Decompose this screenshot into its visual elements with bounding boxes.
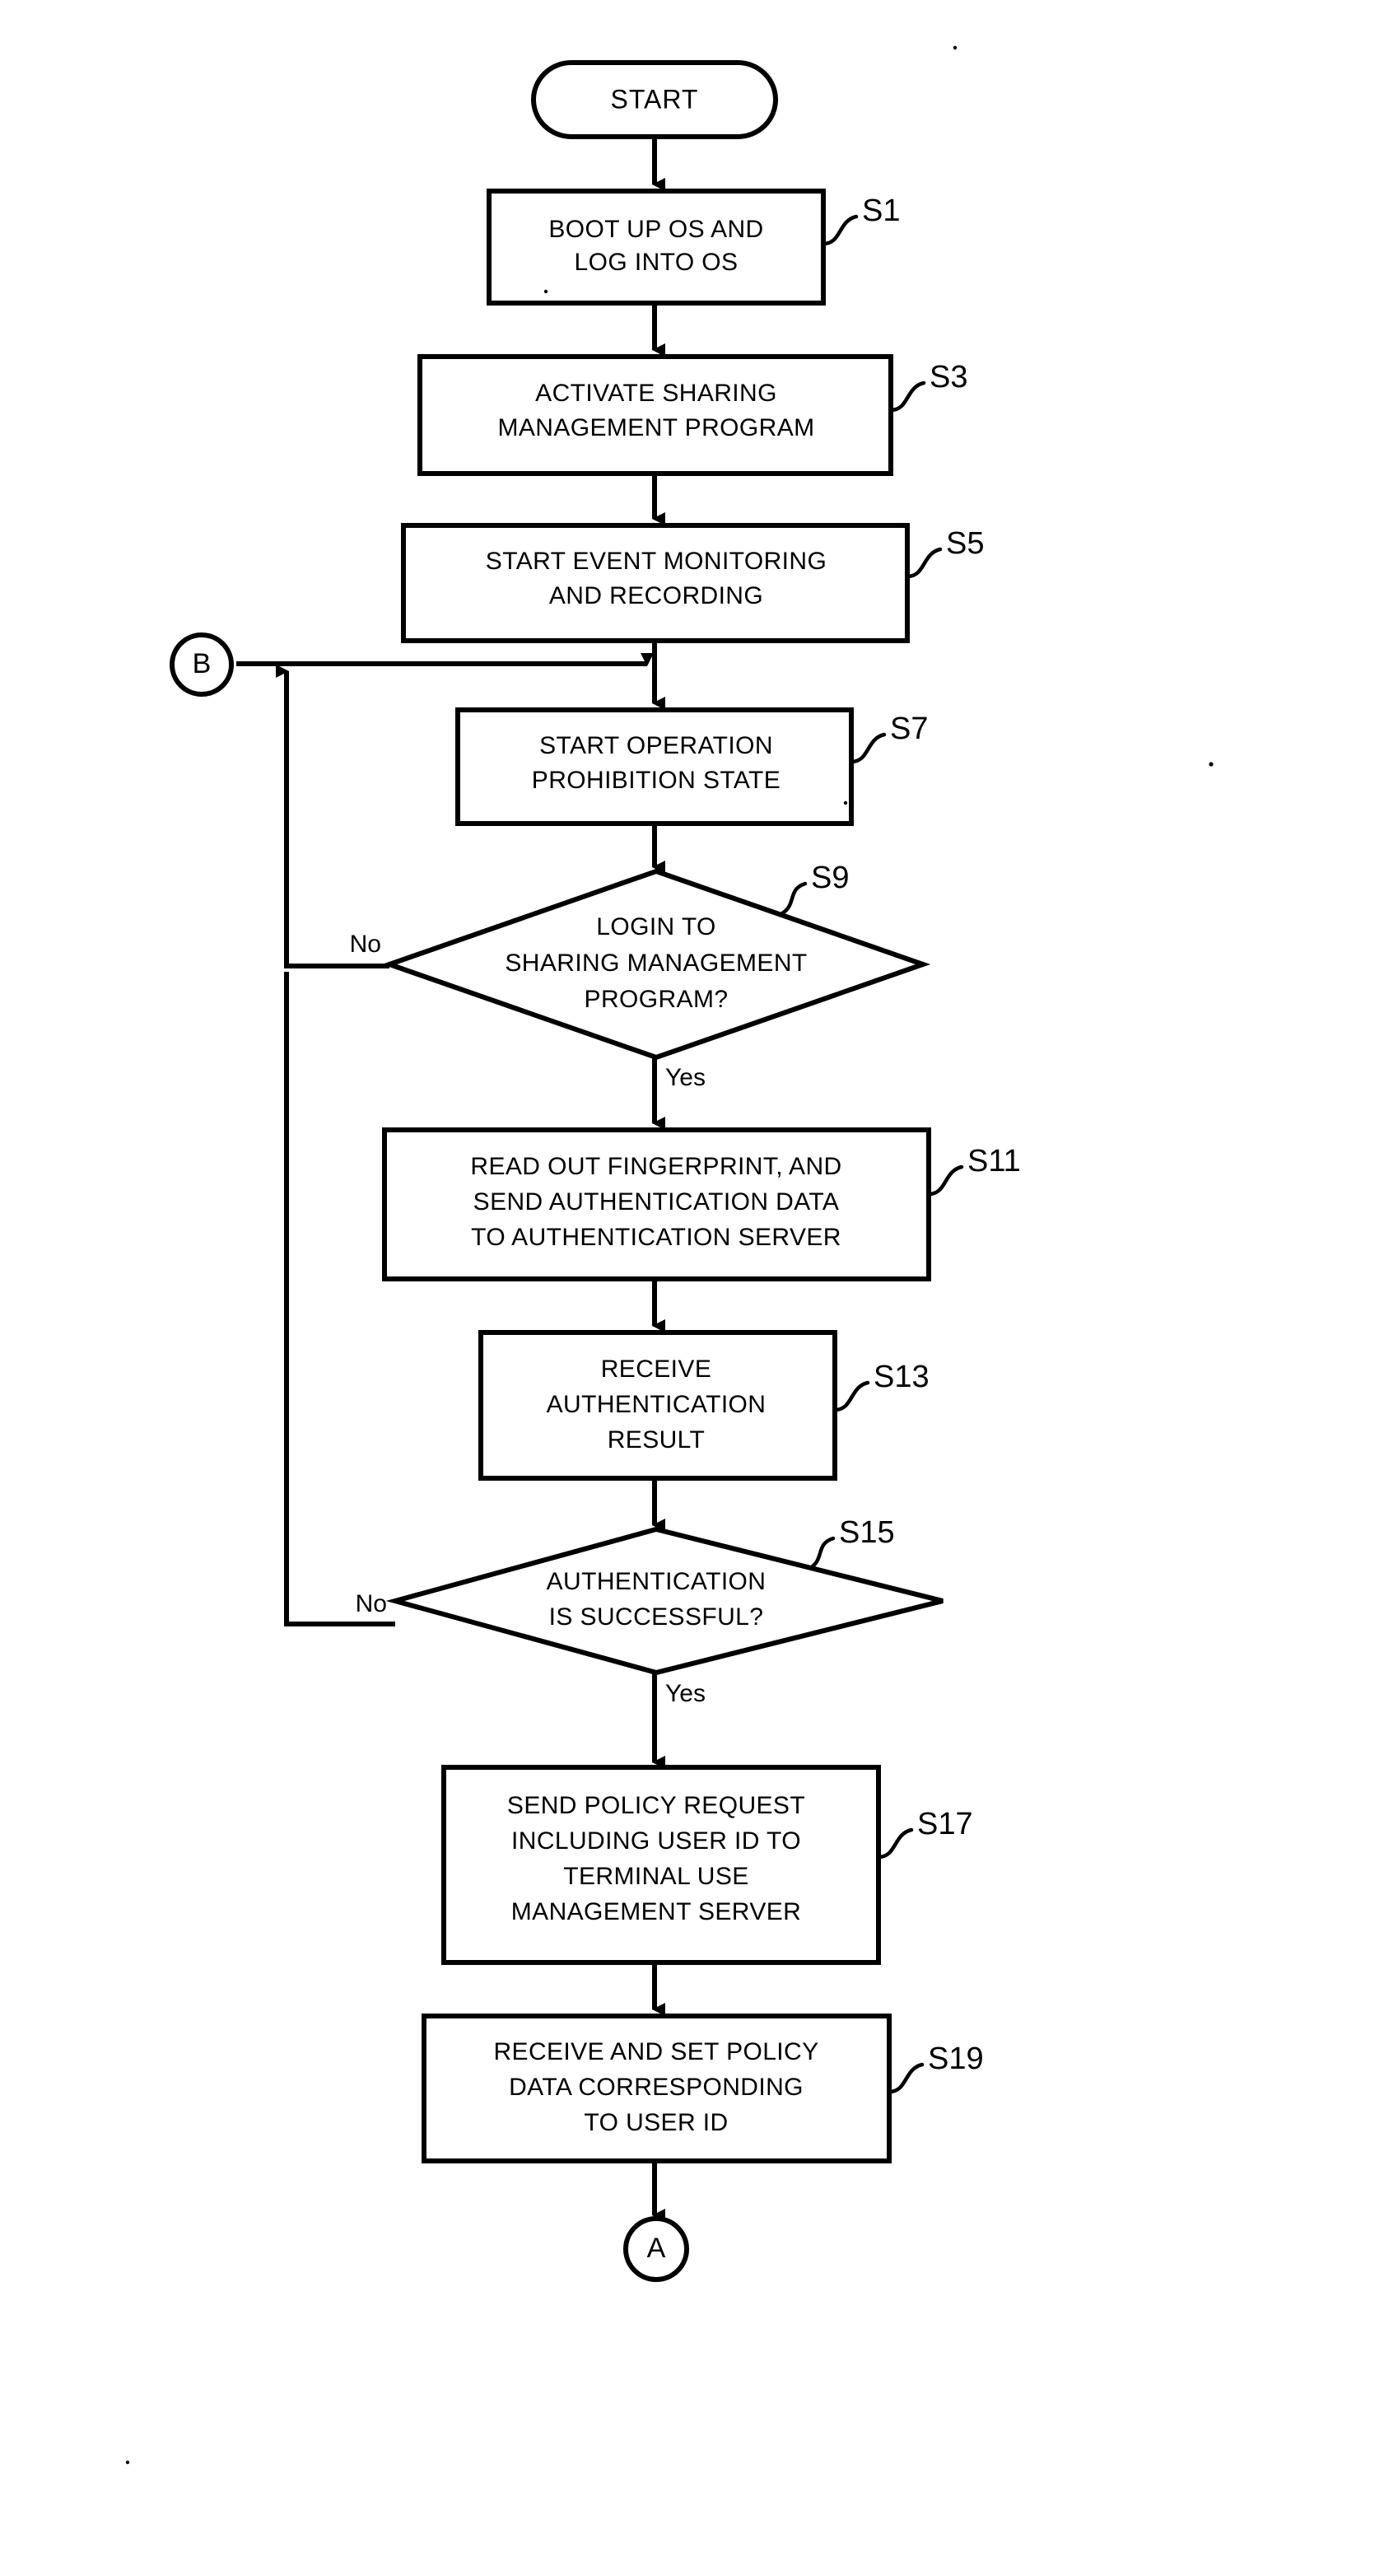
node-s15-line-2: IS SUCCESSFUL? — [549, 1603, 764, 1631]
node-s7-line-2: PROHIBITION STATE — [532, 767, 781, 794]
node-s17-line-1: SEND POLICY REQUEST — [507, 1792, 805, 1819]
node-start-label: START — [611, 84, 699, 114]
node-connector-b: B — [170, 632, 234, 697]
node-s13-line-2: AUTHENTICATION — [547, 1391, 767, 1418]
node-s15: AUTHENTICATION IS SUCCESSFUL? S15 No Yes — [356, 1515, 944, 1707]
node-s7: START OPERATION PROHIBITION STATE S7 — [455, 707, 928, 826]
node-connector-a: A — [623, 2216, 689, 2282]
node-s13-line-3: RESULT — [608, 1426, 706, 1454]
node-connector-a-label: A — [647, 2233, 666, 2264]
node-s9-line-2: SHARING MANAGEMENT — [505, 950, 807, 977]
flowchart-canvas: START BOOT UP OS AND LOG INTO OS S1 ACTI… — [0, 0, 1398, 2576]
scan-speck — [953, 45, 958, 50]
scan-speck — [125, 2460, 130, 2465]
node-s11-line-1: READ OUT FINGERPRINT, AND — [470, 1153, 841, 1180]
scan-speck — [843, 800, 848, 805]
node-s5-line-1: START EVENT MONITORING — [486, 548, 827, 575]
node-s7-line-1: START OPERATION — [539, 732, 773, 759]
node-s19-line-3: TO USER ID — [584, 2109, 728, 2136]
edge-s15-no-to-loop — [284, 972, 395, 1626]
node-s19-line-1: RECEIVE AND SET POLICY — [493, 2038, 818, 2065]
node-s3-ref: S3 — [930, 360, 967, 394]
scan-speck — [1209, 762, 1214, 767]
node-s13: RECEIVE AUTHENTICATION RESULT S13 — [478, 1330, 930, 1481]
node-s5-line-2: AND RECORDING — [549, 582, 763, 609]
node-s11-line-2: SEND AUTHENTICATION DATA — [473, 1188, 840, 1216]
node-s1: BOOT UP OS AND LOG INTO OS S1 — [487, 189, 900, 306]
node-connector-b-label: B — [193, 648, 212, 679]
node-s5: START EVENT MONITORING AND RECORDING S5 — [401, 523, 984, 643]
node-s11-line-3: TO AUTHENTICATION SERVER — [471, 1224, 841, 1251]
scan-speck — [543, 289, 548, 294]
node-s3: ACTIVATE SHARING MANAGEMENT PROGRAM S3 — [417, 354, 967, 476]
node-s17-ref: S17 — [917, 1807, 973, 1841]
node-s11: READ OUT FINGERPRINT, AND SEND AUTHENTIC… — [382, 1127, 1021, 1281]
node-s1-line-2: LOG INTO OS — [575, 249, 739, 276]
node-s3-line-1: ACTIVATE SHARING — [535, 380, 777, 407]
node-s17-line-2: INCLUDING USER ID TO — [511, 1827, 801, 1855]
node-s5-ref: S5 — [946, 526, 984, 561]
node-s9: LOGIN TO SHARING MANAGEMENT PROGRAM? S9 … — [350, 861, 931, 1091]
node-start: START — [531, 60, 778, 139]
node-s9-ref: S9 — [811, 861, 849, 895]
node-s9-branch-yes: Yes — [665, 1064, 706, 1091]
node-s15-ref: S15 — [839, 1515, 895, 1550]
node-s1-line-1: BOOT UP OS AND — [548, 216, 763, 243]
node-s7-ref: S7 — [890, 712, 928, 746]
node-s17: SEND POLICY REQUEST INCLUDING USER ID TO… — [441, 1765, 973, 1965]
node-s9-line-1: LOGIN TO — [596, 913, 715, 940]
node-s17-line-4: MANAGEMENT SERVER — [511, 1898, 801, 1925]
node-s1-ref: S1 — [862, 194, 900, 228]
node-s19: RECEIVE AND SET POLICY DATA CORRESPONDIN… — [422, 2014, 984, 2163]
node-s15-branch-yes: Yes — [665, 1680, 706, 1707]
node-s19-line-2: DATA CORRESPONDING — [509, 2074, 804, 2101]
node-s19-ref: S19 — [928, 2042, 984, 2076]
node-s15-line-1: AUTHENTICATION — [547, 1568, 767, 1595]
node-s9-branch-no: No — [350, 931, 381, 958]
node-s3-line-2: MANAGEMENT PROGRAM — [497, 414, 814, 441]
node-s11-ref: S11 — [967, 1144, 1021, 1178]
node-s15-branch-no: No — [356, 1590, 387, 1617]
node-s13-line-1: RECEIVE — [601, 1356, 712, 1383]
node-s13-ref: S13 — [874, 1360, 930, 1394]
node-s9-line-3: PROGRAM? — [585, 986, 729, 1013]
node-s17-line-3: TERMINAL USE — [563, 1863, 748, 1890]
flowchart-svg: START BOOT UP OS AND LOG INTO OS S1 ACTI… — [125, 45, 1214, 2465]
